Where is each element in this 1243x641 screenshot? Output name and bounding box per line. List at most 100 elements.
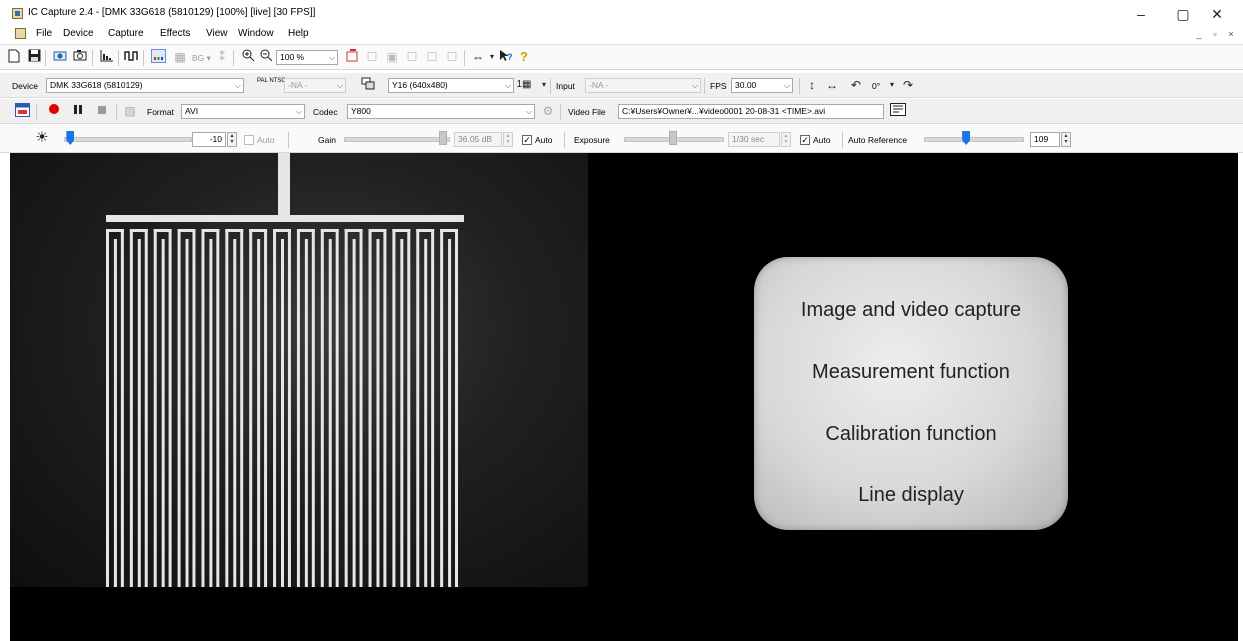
overlay-icon[interactable]: ☐ [364, 49, 380, 65]
video-format-icon [360, 77, 376, 93]
snap-image-icon[interactable] [52, 49, 68, 65]
feature-measurement: Measurement function [812, 361, 1010, 383]
comb-electrode-pattern [106, 153, 464, 587]
gain-slider-thumb[interactable] [438, 131, 447, 145]
device-value: DMK 33G618 (5810129) [50, 80, 143, 90]
new-file-icon[interactable] [6, 49, 22, 65]
maximize-button[interactable]: ▢ [1168, 3, 1198, 25]
auto-reference-slider-track[interactable] [924, 137, 1024, 142]
brightness-auto-checkbox[interactable] [244, 135, 254, 145]
live-view[interactable]: Image and video capture Measurement func… [10, 153, 1238, 641]
filter-icon[interactable]: ⁑ [214, 49, 230, 65]
app-icon [12, 8, 23, 19]
close-button[interactable]: ✕ [1202, 3, 1232, 25]
gain-spinner[interactable]: ▴ ▾ [503, 132, 513, 147]
codec-combo[interactable]: Y800 ⌵ [347, 104, 535, 119]
browse-file-icon[interactable] [890, 103, 906, 119]
exposure-slider-thumb[interactable] [669, 131, 677, 145]
zoom-combo[interactable]: 100 % ⌵ [276, 50, 338, 65]
codec-value: Y800 [351, 106, 371, 116]
gain-slider-track[interactable] [344, 137, 450, 142]
svg-text:?: ? [507, 52, 513, 62]
mdi-restore-button[interactable]: ▫ [1209, 29, 1221, 40]
vdr-icon[interactable] [150, 49, 166, 65]
format-value: AVI [185, 106, 199, 116]
feature-line-display: Line display [858, 484, 964, 506]
fps-label: FPS [710, 81, 727, 91]
flip-vertical-icon[interactable]: ↕ [804, 77, 820, 93]
document-icon[interactable] [15, 28, 26, 39]
stop-icon[interactable] [94, 103, 110, 119]
rotate-right-icon[interactable]: ↷ [900, 77, 916, 93]
brightness-slider-thumb[interactable] [66, 131, 75, 145]
input-combo[interactable]: -NA - ⌵ [585, 78, 701, 93]
zoom-value: 100 % [280, 52, 305, 62]
about-icon[interactable]: ? [516, 49, 532, 65]
camera-icon[interactable] [72, 49, 88, 65]
mdi-close-button[interactable]: × [1225, 29, 1237, 40]
window-c-icon[interactable]: ☐ [444, 49, 460, 65]
auto-reference-value[interactable]: 109 [1030, 132, 1060, 147]
save-icon[interactable] [26, 49, 42, 65]
fit-icon[interactable]: ▣ [384, 49, 400, 65]
capture-settings-icon[interactable]: ▨ [122, 103, 138, 119]
brightness-spinner[interactable]: ▴ ▾ [227, 132, 237, 147]
rotation-dropdown-icon[interactable]: ▾ [884, 77, 900, 93]
context-help-icon[interactable]: ? [498, 49, 514, 65]
brightness-value[interactable]: -10 [192, 132, 226, 147]
pause-icon[interactable] [70, 103, 86, 119]
device-label: Device [12, 81, 38, 91]
gain-auto-checkbox[interactable]: ✓ [522, 135, 532, 145]
device-toolbar: Device DMK 33G618 (5810129) ⌵ PAL NTSC -N… [0, 73, 1243, 98]
zoom-in-icon[interactable] [240, 49, 256, 65]
mdi-minimize-button[interactable]: _ [1193, 29, 1205, 40]
menu-view[interactable]: View [206, 28, 228, 39]
menu-capture[interactable]: Capture [108, 28, 144, 39]
exposure-spinner[interactable]: ▴ ▾ [781, 132, 791, 147]
exposure-value[interactable]: 1/30 sec [728, 132, 780, 147]
flip-horizontal-icon[interactable]: ↔ [824, 77, 840, 93]
video-norm-label: PAL NTSC [257, 78, 286, 84]
menu-bar: File Device Capture Effects View Window … [0, 26, 1243, 42]
window-title: IC Capture 2.4 - [DMK 33G618 (5810129) [… [28, 7, 316, 18]
rotate-left-icon[interactable]: ↶ [848, 77, 864, 93]
codec-settings-icon[interactable]: ⚙ [540, 103, 556, 119]
background-label[interactable]: BG ▾ [192, 53, 211, 64]
overlay-red-icon[interactable] [344, 49, 360, 65]
svg-text:?: ? [520, 49, 528, 63]
format-combo[interactable]: AVI ⌵ [181, 104, 305, 119]
menu-window[interactable]: Window [238, 28, 274, 39]
menu-effects[interactable]: Effects [160, 28, 190, 39]
capture-mode-icon[interactable] [14, 103, 30, 119]
auto-reference-spinner[interactable]: ▴ ▾ [1061, 132, 1071, 147]
gain-value[interactable]: 36.05 dB [454, 132, 502, 147]
capture-toolbar: ▨ Format AVI ⌵ Codec Y800 ⌵ ⚙ Video File C… [0, 99, 1243, 124]
fps-combo[interactable]: 30.00 ⌵ [731, 78, 793, 93]
video-norm-combo[interactable]: -NA - ⌵ [284, 78, 346, 93]
grid-icon[interactable]: ▦ [172, 49, 188, 65]
feature-callout: Image and video capture Measurement func… [754, 257, 1068, 530]
gain-auto-label: Auto [535, 135, 553, 145]
camera-image[interactable] [10, 153, 588, 587]
brightness-slider-track[interactable] [64, 137, 192, 142]
binning-icon[interactable]: 1▦ [516, 77, 532, 93]
window-b-icon[interactable]: ☐ [424, 49, 440, 65]
menu-help[interactable]: Help [288, 28, 309, 39]
minimize-button[interactable]: – [1126, 3, 1156, 25]
zoom-out-icon[interactable] [258, 49, 274, 65]
menu-file[interactable]: File [36, 28, 52, 39]
device-combo[interactable]: DMK 33G618 (5810129) ⌵ [46, 78, 244, 93]
histogram-icon[interactable] [99, 49, 115, 65]
auto-reference-slider-thumb[interactable] [962, 131, 971, 145]
video-file-field[interactable]: C:¥Users¥Owner¥...¥video0001 20-08-31 <T… [618, 104, 884, 119]
main-toolbar: ▦ BG ▾ ⁑ 100 % ⌵ ☐ ▣ ☐ ☐ ☐ ⇔ ▾ ? ? [0, 44, 1243, 70]
signal-icon[interactable] [123, 49, 139, 65]
window-a-icon[interactable]: ☐ [404, 49, 420, 65]
feature-image-video-capture: Image and video capture [800, 299, 1022, 321]
menu-device[interactable]: Device [63, 28, 94, 39]
record-icon[interactable] [46, 103, 62, 119]
exposure-auto-checkbox[interactable]: ✓ [800, 135, 810, 145]
title-bar: IC Capture 2.4 - [DMK 33G618 (5810129) [… [0, 0, 1243, 28]
rotation-value[interactable]: 0° [872, 81, 880, 91]
video-format-combo[interactable]: Y16 (640x480) ⌵ [388, 78, 514, 93]
